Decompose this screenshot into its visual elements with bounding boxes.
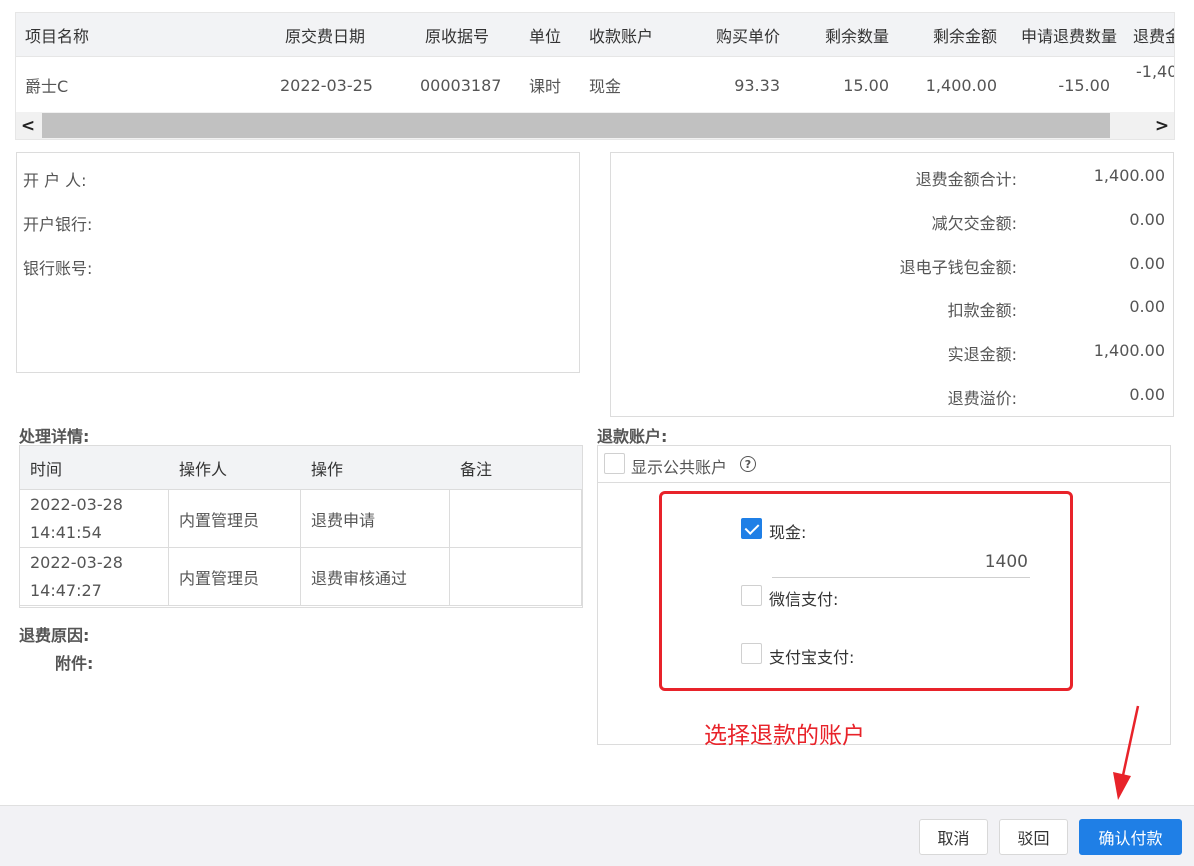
summary-label: 减欠交金额: — [931, 214, 1017, 233]
summary-row: 退电子钱包金额: 0.00 — [611, 254, 1173, 278]
reject-button[interactable]: 驳回 — [999, 819, 1068, 855]
table-row: 2022-03-28 14:47:27 内置管理员 退费审核通过 — [20, 548, 582, 606]
show-public-account-checkbox[interactable] — [604, 453, 625, 474]
table-row[interactable]: 爵士C 2022-03-25 00003187 课时 现金 93.33 15.0… — [16, 57, 1174, 113]
annotation-text: 选择退款的账户 — [704, 723, 865, 749]
bank-name-label: 开户银行: — [23, 215, 93, 234]
wechat-pay-label: 微信支付: — [769, 590, 839, 609]
scroll-left-icon[interactable]: < — [16, 112, 40, 139]
process-details-table: 时间 操作人 操作 备注 2022-03-28 14:41:54 内置管理员 退… — [19, 445, 583, 608]
bank-info-panel: 开 户 人: 开户银行: 银行账号: — [16, 152, 580, 373]
summary-row: 退费金额合计: 1,400.00 — [611, 166, 1173, 190]
summary-label: 退电子钱包金额: — [899, 258, 1017, 277]
summary-value: 0.00 — [1129, 254, 1165, 273]
help-icon[interactable]: ? — [740, 456, 756, 472]
summary-row: 退费溢价: 0.00 — [611, 385, 1173, 409]
summary-row: 减欠交金额: 0.00 — [611, 210, 1173, 234]
annotation-arrow-icon — [1113, 705, 1140, 800]
summary-label: 扣款金额: — [947, 301, 1017, 320]
summary-label: 退费金额合计: — [915, 170, 1017, 189]
col-remaining-amount: 剩余金额 — [932, 26, 997, 46]
alipay-checkbox[interactable] — [741, 643, 762, 664]
col-operator: 操作人 — [179, 459, 228, 479]
cancel-button[interactable]: 取消 — [919, 819, 988, 855]
cash-amount-input[interactable]: 1400 — [772, 548, 1030, 578]
show-public-account-label: 显示公共账户 — [631, 458, 728, 477]
col-action: 操作 — [311, 459, 344, 479]
summary-row: 扣款金额: 0.00 — [611, 297, 1173, 321]
cell-unit: 课时 — [529, 77, 562, 96]
cell-time: 2022-03-28 14:47:27 — [20, 548, 169, 605]
col-unit: 单位 — [529, 26, 562, 46]
alipay-label: 支付宝支付: — [769, 648, 855, 667]
cell-operator: 内置管理员 — [169, 490, 301, 547]
col-time: 时间 — [30, 459, 63, 479]
cell-remark — [450, 548, 582, 605]
bank-account-label: 银行账号: — [23, 259, 93, 278]
attachment-label: 附件: — [55, 654, 94, 673]
table-header: 时间 操作人 操作 备注 — [20, 446, 582, 490]
col-receipt-no: 原收据号 — [425, 26, 490, 46]
refund-reason-label: 退费原因: — [19, 626, 90, 645]
cell-refund-qty: -15.00 — [1058, 75, 1110, 95]
summary-value: 0.00 — [1129, 210, 1165, 229]
refund-items-table: 项目名称 原交费日期 原收据号 单位 收款账户 购买单价 剩余数量 剩余金额 申… — [15, 12, 1175, 140]
show-public-account-row: 显示公共账户 ? — [598, 446, 1170, 483]
cell-unit-price: 93.33 — [734, 75, 780, 95]
cell-remark — [450, 490, 582, 547]
col-remaining-qty: 剩余数量 — [824, 26, 889, 46]
cash-label: 现金: — [769, 523, 807, 542]
summary-label: 实退金额: — [947, 345, 1017, 364]
cell-pay-account: 现金 — [589, 77, 622, 96]
col-refund-qty: 申请退费数量 — [1020, 26, 1117, 46]
summary-value: 1,400.00 — [1093, 341, 1165, 360]
cell-remaining-qty: 15.00 — [843, 75, 889, 95]
col-unit-price: 购买单价 — [715, 26, 780, 46]
refund-account-title: 退款账户: — [597, 427, 668, 446]
summary-label: 退费溢价: — [947, 389, 1017, 408]
cell-action: 退费申请 — [301, 490, 450, 547]
summary-value: 0.00 — [1129, 385, 1165, 404]
cell-time: 2022-03-28 14:41:54 — [20, 490, 169, 547]
scroll-right-icon[interactable]: > — [1150, 112, 1174, 139]
col-item-name: 项目名称 — [25, 26, 90, 46]
cell-refund-amount: -1,40 — [1136, 61, 1175, 81]
cell-remaining-amount: 1,400.00 — [925, 75, 997, 95]
table-header: 项目名称 原交费日期 原收据号 单位 收款账户 购买单价 剩余数量 剩余金额 申… — [16, 13, 1174, 57]
cash-checkbox[interactable] — [741, 518, 762, 539]
cell-operator: 内置管理员 — [169, 548, 301, 605]
cell-orig-date: 2022-03-25 — [280, 75, 373, 95]
dialog-footer: 取消 驳回 确认付款 — [0, 805, 1194, 866]
col-pay-account: 收款账户 — [589, 26, 654, 46]
summary-value: 1,400.00 — [1093, 166, 1165, 185]
cell-item-name: 爵士C — [25, 77, 69, 96]
wechat-pay-checkbox[interactable] — [741, 585, 762, 606]
refund-summary-panel: 退费金额合计: 1,400.00 减欠交金额: 0.00 退电子钱包金额: 0.… — [610, 152, 1174, 417]
table-row: 2022-03-28 14:41:54 内置管理员 退费申请 — [20, 490, 582, 548]
col-orig-date: 原交费日期 — [285, 26, 366, 46]
cell-action: 退费审核通过 — [301, 548, 450, 605]
account-holder-label: 开 户 人: — [23, 171, 87, 190]
annotation-highlight-box — [659, 491, 1073, 691]
cell-receipt-no: 00003187 — [420, 75, 502, 95]
horizontal-scrollbar[interactable]: < > — [16, 112, 1174, 139]
summary-value: 0.00 — [1129, 297, 1165, 316]
summary-row: 实退金额: 1,400.00 — [611, 341, 1173, 365]
confirm-payment-button[interactable]: 确认付款 — [1079, 819, 1182, 855]
process-details-title: 处理详情: — [19, 427, 90, 446]
scrollbar-thumb[interactable] — [42, 113, 1110, 138]
col-remark: 备注 — [460, 459, 493, 479]
